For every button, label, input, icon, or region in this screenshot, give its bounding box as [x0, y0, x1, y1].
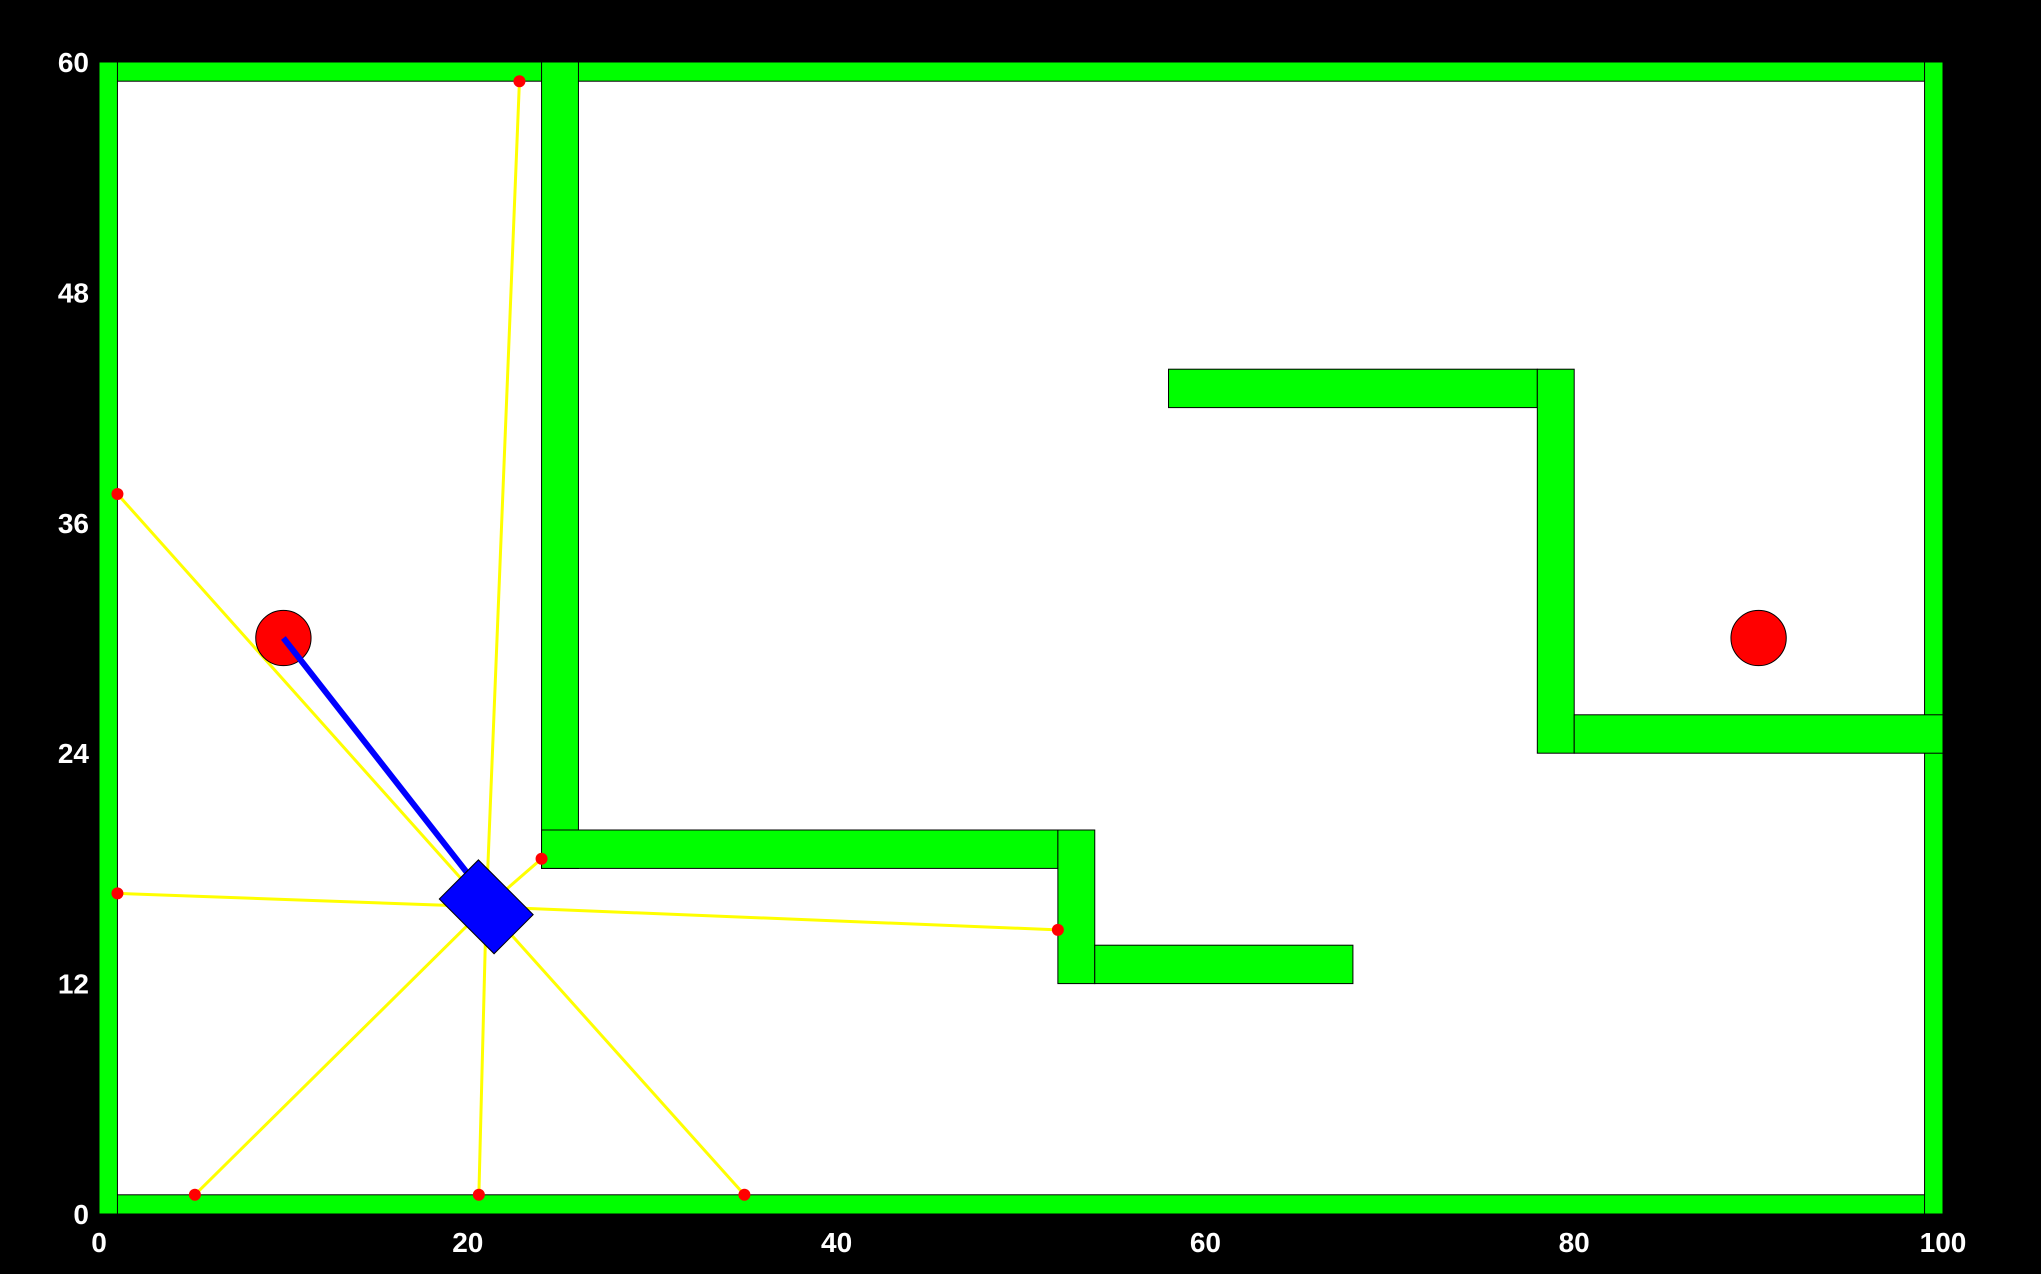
wall-upper-step — [1536, 368, 1575, 754]
x-tick-label: 40 — [821, 1227, 852, 1258]
lidar-hit-point — [472, 1188, 485, 1201]
wall-right-shelf — [1573, 714, 1944, 754]
y-tick-label: 48 — [58, 277, 89, 308]
arena-floor — [99, 62, 1943, 1214]
lidar-hit-point — [535, 852, 548, 865]
x-tick-label: 0 — [91, 1227, 107, 1258]
wall-top-border — [98, 61, 1944, 82]
wall-upper-horizontal — [1168, 368, 1538, 409]
y-tick-label: 0 — [73, 1199, 89, 1230]
wall-right-border — [1924, 61, 1944, 1215]
y-tick-label: 12 — [58, 969, 89, 1000]
wall-lower-step — [1057, 829, 1096, 985]
y-tick-label: 24 — [58, 738, 90, 769]
wall-lower-horizontal — [541, 829, 1059, 869]
x-tick-label: 60 — [1190, 1227, 1221, 1258]
lidar-hit-point — [1051, 923, 1064, 936]
lidar-hit-point — [738, 1188, 751, 1201]
wall-vertical-divider — [541, 61, 579, 869]
lidar-hit-point — [188, 1188, 201, 1201]
target-right — [1730, 609, 1787, 667]
lidar-hit-point — [111, 887, 124, 900]
wall-lower-shelf — [1094, 944, 1354, 985]
y-tick-label: 60 — [58, 47, 89, 78]
x-tick-label: 20 — [452, 1227, 483, 1258]
lidar-hit-point — [513, 75, 526, 88]
wall-bottom-border — [98, 1194, 1944, 1215]
y-tick-label: 36 — [58, 508, 89, 539]
simulation-canvas: 0 20 40 60 80 100 0 12 24 36 48 60 — [0, 0, 2041, 1274]
lidar-hit-point — [111, 488, 124, 500]
x-tick-label: 80 — [1559, 1227, 1590, 1258]
wall-left-border — [98, 61, 118, 1215]
x-tick-label: 100 — [1920, 1227, 1967, 1258]
